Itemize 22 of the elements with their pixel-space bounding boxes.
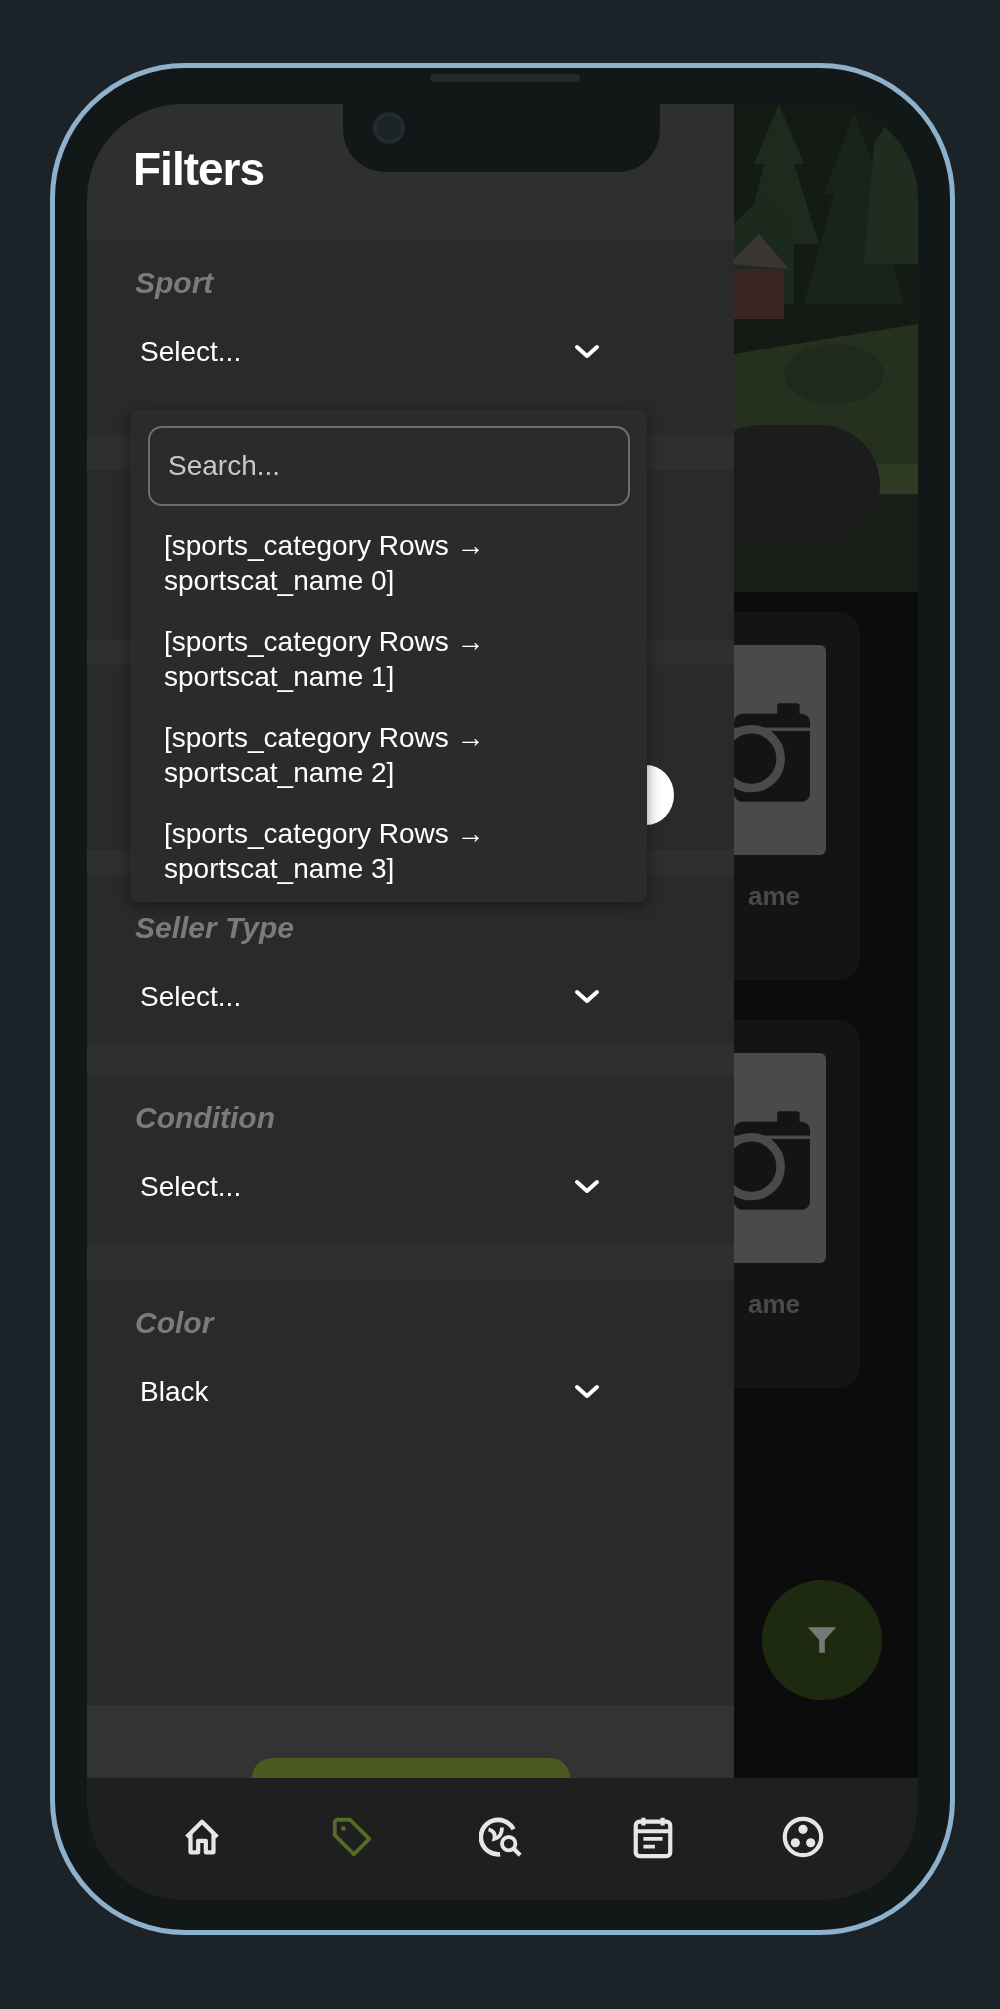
select-value: Select... xyxy=(140,981,242,1013)
dropdown-option[interactable]: [sports_category Rows → sportscat_name 0] xyxy=(148,528,629,598)
drawer-title: Filters xyxy=(133,142,265,196)
dropdown-option[interactable]: [sports_category Rows → sportscat_name 2] xyxy=(148,720,629,790)
dropdown-option[interactable]: [sports_category Rows → sportscat_name 3] xyxy=(148,816,629,886)
select-field[interactable]: Select... xyxy=(120,1159,620,1215)
chevron-down-icon xyxy=(574,989,600,1005)
search-field[interactable]: Search... xyxy=(148,426,630,506)
filter-label: Sport xyxy=(135,266,214,300)
filter-label: Color xyxy=(135,1306,214,1340)
select-value: Select... xyxy=(140,1171,242,1203)
filter-label: Condition xyxy=(135,1101,275,1135)
filter-label: Seller Type xyxy=(135,911,294,945)
select-field[interactable]: Select... xyxy=(120,324,620,380)
chevron-down-icon xyxy=(574,1384,600,1400)
dropdown-option[interactable]: [sports_category Rows → sportscat_name 1] xyxy=(148,624,629,694)
chevron-down-icon xyxy=(574,1179,600,1195)
select-value: Select... xyxy=(140,336,242,368)
chevron-down-icon xyxy=(574,344,600,360)
select-field[interactable]: Select... xyxy=(120,969,620,1025)
select-value: Black xyxy=(140,1376,209,1408)
select-field[interactable]: Black xyxy=(120,1364,620,1420)
